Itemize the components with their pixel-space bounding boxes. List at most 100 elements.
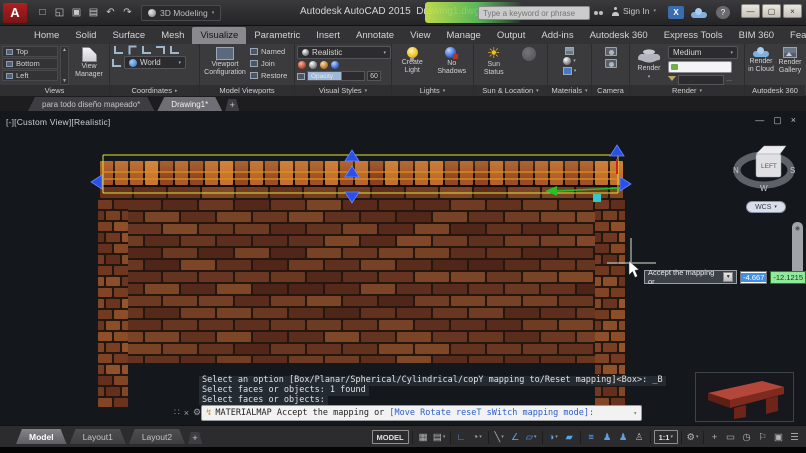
view-item-bottom[interactable]: Bottom xyxy=(2,58,58,69)
brick-wall-field[interactable] xyxy=(127,200,596,363)
render-gallery-button[interactable]: Render Gallery xyxy=(777,46,803,85)
autoscale-icon[interactable]: ♟ xyxy=(616,429,631,445)
view-item-top[interactable]: Top xyxy=(2,46,58,57)
layout1-tab[interactable]: Layout1 xyxy=(70,429,126,444)
restore-button[interactable]: ▢ xyxy=(762,4,781,18)
camera-display-icon[interactable] xyxy=(604,59,617,68)
material-mapping-icon[interactable]: ▾ xyxy=(562,67,576,75)
lights-panel-label[interactable]: Lights ▾ xyxy=(392,85,473,96)
layout2-tab[interactable]: Layout2 xyxy=(129,429,185,444)
material-browser-icon[interactable] xyxy=(564,47,574,55)
render-in-cloud-button[interactable]: Render in Cloud xyxy=(747,46,775,85)
ucs-dropdown[interactable]: World ▾ xyxy=(124,56,186,69)
brick-mantel-course[interactable] xyxy=(100,187,623,200)
opacity-slider[interactable]: Opacity xyxy=(307,71,365,81)
quick-properties-icon[interactable]: ⚐ xyxy=(755,429,770,445)
join-viewports-button[interactable]: Join xyxy=(250,58,287,69)
render-panel-label[interactable]: Render ▾ xyxy=(630,85,744,96)
materials-panel-label[interactable]: Materials ▾ xyxy=(548,85,591,96)
isometric-drafting-icon[interactable]: ▱ ▾ xyxy=(524,429,539,445)
grid-display-icon[interactable]: ▦ xyxy=(416,429,431,445)
dynamic-input-x-field[interactable]: -4.667 xyxy=(740,270,768,284)
workspace-switcher-icon[interactable]: ⚙ ▾ xyxy=(685,429,700,445)
ribbon-tab-express-tools[interactable]: Express Tools xyxy=(656,27,731,44)
viewport-configuration-button[interactable]: Viewport Configuration xyxy=(202,46,248,85)
command-recent-dropdown-icon[interactable]: ▾ xyxy=(633,410,637,417)
sun-status-button[interactable]: ☀ Sun Status xyxy=(479,46,509,85)
brick-pillar-left[interactable] xyxy=(98,200,128,408)
search-input[interactable] xyxy=(478,6,590,20)
ribbon-tab-add-ins[interactable]: Add-ins xyxy=(533,27,581,44)
annotation-people-icon[interactable]: ♙ xyxy=(632,429,647,445)
close-button[interactable]: × xyxy=(783,4,802,18)
render-button[interactable]: Render ▾ xyxy=(632,46,666,85)
workspace-switcher[interactable]: 3D Modeling ▾ xyxy=(141,4,222,21)
wcs-menu[interactable]: WCS ▾ xyxy=(746,201,786,213)
command-drag-handle[interactable]: ∷ xyxy=(174,407,180,418)
lineweight-icon[interactable]: ≡ xyxy=(584,429,599,445)
material-sphere-icon[interactable]: ▾ xyxy=(563,57,576,65)
plot-icon[interactable]: ▤ xyxy=(86,5,101,20)
ucs-icon[interactable] xyxy=(112,58,121,67)
command-customize-icon[interactable]: ⚙ xyxy=(193,407,201,418)
ribbon-tab-solid[interactable]: Solid xyxy=(67,27,104,44)
annotation-monitor-icon[interactable]: + xyxy=(707,429,722,445)
viewcube[interactable]: N W S LEFT xyxy=(728,136,800,208)
snap-mode-icon[interactable]: ▤ ▾ xyxy=(432,429,447,445)
create-light-button[interactable]: Create Light xyxy=(395,46,429,85)
no-shadows-button[interactable]: No Shadows xyxy=(434,46,470,85)
doc-minimize-button[interactable]: — xyxy=(755,115,764,126)
new-drawing-tab-button[interactable]: + xyxy=(225,99,239,111)
camera-panel-label[interactable]: Camera xyxy=(592,85,629,96)
isolate-objects-icon[interactable]: ▭ xyxy=(723,429,738,445)
view-item-left[interactable]: Left xyxy=(2,70,58,81)
ribbon-tab-output[interactable]: Output xyxy=(489,27,534,44)
view-manager-button[interactable]: View Manager xyxy=(71,46,107,85)
add-layout-button[interactable]: + xyxy=(188,432,202,444)
infer-constraints-icon[interactable]: ∟ xyxy=(454,429,469,445)
render-output-filename-field[interactable] xyxy=(678,75,724,85)
dynamic-input-y-field[interactable]: -12.1215 xyxy=(770,270,806,284)
ribbon-tab-featured-apps[interactable]: Featured Apps xyxy=(782,27,806,44)
sun-location-panel-label[interactable]: Sun & Location ▾ xyxy=(474,85,547,96)
save-file-icon[interactable]: ▣ xyxy=(69,5,84,20)
ribbon-tab-annotate[interactable]: Annotate xyxy=(348,27,402,44)
opacity-control[interactable]: Opacity 60 xyxy=(297,71,391,81)
coordinates-panel-label[interactable]: Coordinates ▸ xyxy=(110,85,199,96)
autodesk-360-panel-label[interactable]: Autodesk 360 xyxy=(745,85,805,96)
ribbon-tab-visualize[interactable]: Visualize xyxy=(192,27,247,44)
file-tab-para-todo[interactable]: para todo diseño mapeado* xyxy=(28,97,154,111)
help-icon[interactable]: ? xyxy=(716,6,730,19)
views-panel-label[interactable]: Views xyxy=(0,85,109,96)
command-input-bar[interactable]: ↯ MATERIALMAP Accept the mapping or [Mov… xyxy=(201,405,642,421)
exchange-apps-icon[interactable]: X xyxy=(668,6,684,19)
face-style-icons[interactable] xyxy=(297,61,391,69)
sky-off-button[interactable] xyxy=(516,46,542,85)
render-size-icon[interactable] xyxy=(668,75,676,85)
doc-close-button[interactable]: × xyxy=(791,115,796,126)
model-viewports-panel-label[interactable]: Model Viewports xyxy=(200,85,294,96)
views-scrollbar[interactable]: ▲ ▼ xyxy=(60,46,69,85)
viewport-menu-control[interactable]: [-] xyxy=(6,117,14,127)
model-tab[interactable]: Model xyxy=(16,429,67,444)
sign-in-button[interactable]: Sign In ▾ xyxy=(612,6,656,16)
restore-viewports-button[interactable]: Restore xyxy=(250,70,287,81)
ribbon-tab-autodesk-360[interactable]: Autodesk 360 xyxy=(582,27,656,44)
search-icon[interactable] xyxy=(594,11,598,15)
named-viewports-button[interactable]: Named xyxy=(250,46,287,57)
ucs-icon-row[interactable] xyxy=(112,45,197,55)
brick-mantel-soldier-course[interactable] xyxy=(100,161,623,187)
ribbon-tab-manage[interactable]: Manage xyxy=(438,27,488,44)
visual-styles-panel-label[interactable]: Visual Styles ▾ xyxy=(295,85,391,96)
ribbon-tab-surface[interactable]: Surface xyxy=(104,27,153,44)
graphics-performance-icon[interactable]: ◷ xyxy=(739,429,754,445)
dynamic-input-dropdown[interactable]: ▼ xyxy=(723,272,734,282)
doc-restore-button[interactable]: ▢ xyxy=(773,115,782,126)
open-file-icon[interactable]: ◱ xyxy=(52,5,67,20)
undo-icon[interactable]: ↶ xyxy=(103,5,118,20)
autodesk-360-icon[interactable] xyxy=(690,6,708,19)
browse-dots-icon[interactable]: … xyxy=(726,77,732,83)
object-snap-tracking-icon[interactable]: ◑ ▾ xyxy=(546,429,561,445)
new-file-icon[interactable]: □ xyxy=(35,5,50,20)
customization-menu-icon[interactable]: ☰ xyxy=(787,429,802,445)
